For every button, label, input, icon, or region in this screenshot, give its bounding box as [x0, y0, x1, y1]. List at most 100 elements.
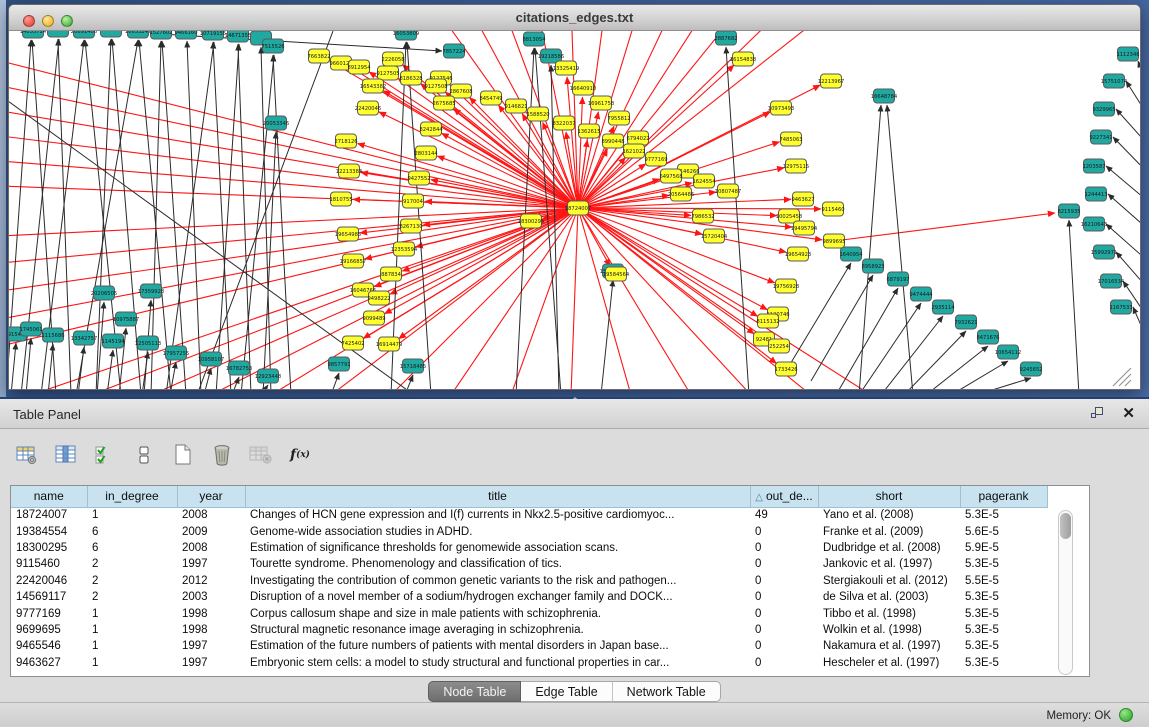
graph-node[interactable]: 9857791 [327, 357, 350, 371]
resize-grip[interactable] [1113, 368, 1131, 386]
graph-node[interactable]: 8322037 [552, 116, 575, 130]
graph-node[interactable]: 9146821 [504, 99, 527, 113]
graph-node[interactable]: 16961758 [588, 96, 614, 110]
column-header-short[interactable]: short [818, 486, 960, 507]
graph-node[interactable]: 1733426 [774, 362, 797, 376]
table-cell[interactable]: 5.9E-5 [960, 540, 1047, 556]
table-cell[interactable]: 5.5E-5 [960, 573, 1047, 589]
graph-node[interactable]: 8242844 [419, 122, 443, 136]
table-cell[interactable]: 1 [87, 622, 177, 638]
graph-node[interactable]: 1624554 [692, 174, 716, 188]
graph-node[interactable]: 2803144 [414, 146, 438, 160]
graph-node[interactable]: 16154838 [730, 52, 756, 66]
graph-node[interactable]: 1527602 [149, 31, 172, 39]
graph-node[interactable]: 6794022 [626, 131, 649, 145]
table-cell[interactable]: 18724007 [11, 507, 87, 523]
table-row[interactable]: 1938455462009Genome-wide association stu… [11, 523, 1047, 539]
graph-node[interactable]: 8186328 [399, 71, 422, 85]
graph-node[interactable]: 7515526 [261, 39, 284, 53]
table-cell[interactable]: 5.3E-5 [960, 556, 1047, 572]
table-cell[interactable]: Disruption of a novel member of a sodium… [245, 589, 750, 605]
new-column-button[interactable] [170, 442, 196, 468]
graph-node[interactable]: 9127508 [424, 79, 447, 93]
table-cell[interactable]: 2 [87, 589, 177, 605]
graph-node[interactable]: 10958107 [198, 352, 224, 366]
table-cell[interactable]: 0 [750, 589, 818, 605]
graph-node[interactable]: 1112346 [1116, 47, 1139, 61]
table-cell[interactable]: 5.6E-5 [960, 523, 1047, 539]
graph-node[interactable]: 7425402 [341, 336, 364, 350]
graph-node[interactable]: 1745061 [19, 322, 42, 336]
column-header-year[interactable]: year [177, 486, 245, 507]
table-cell[interactable]: Estimation of significance thresholds fo… [245, 540, 750, 556]
graph-node[interactable]: 9127505 [376, 66, 399, 80]
table-cell[interactable]: 5.3E-5 [960, 605, 1047, 621]
graph-node[interactable]: 12923448 [255, 369, 281, 383]
graph-node[interactable]: 6879197 [886, 272, 909, 286]
graph-node[interactable]: 2935114 [931, 300, 955, 314]
graph-node[interactable]: 7857224 [442, 44, 466, 58]
table-settings-button[interactable] [14, 442, 40, 468]
table-row[interactable]: 911546021997Tourette syndrome. Phenomeno… [11, 556, 1047, 572]
graph-node[interactable]: 10654112 [995, 345, 1021, 359]
graph-node[interactable]: 9427552 [407, 171, 430, 185]
function-builder-button[interactable]: f(x) [287, 442, 313, 468]
table-cell[interactable]: 2 [87, 556, 177, 572]
table-cell[interactable]: 9115460 [11, 556, 87, 572]
table-cell[interactable]: 0 [750, 540, 818, 556]
table-cell[interactable]: 0 [750, 638, 818, 654]
graph-node[interactable]: 10973493 [768, 101, 794, 115]
graph-node[interactable]: 9463627 [791, 192, 814, 206]
graph-node[interactable]: 8990448 [601, 134, 624, 148]
graph-node[interactable]: 1244413 [1084, 187, 1107, 201]
table-cell[interactable]: 18300295 [11, 540, 87, 556]
graph-node[interactable]: 1145194 [101, 334, 125, 348]
graph-node[interactable]: 12213383 [336, 164, 362, 178]
graph-node[interactable]: 2675685 [432, 96, 455, 110]
graph-node[interactable]: 16543382 [360, 79, 386, 93]
table-cell[interactable]: 2009 [177, 523, 245, 539]
graph-node[interactable]: 917004 [403, 194, 424, 208]
table-cell[interactable]: 1 [87, 638, 177, 654]
table-cell[interactable]: 1 [87, 655, 177, 671]
network-canvas[interactable]: 1405572420691406106532471527602946616010… [9, 31, 1140, 390]
graph-node[interactable]: 15751074 [1101, 74, 1128, 88]
graph-node[interactable]: 14055724 [20, 31, 47, 38]
table-cell[interactable]: Tourette syndrome. Phenomenology and cla… [245, 556, 750, 572]
graph-node[interactable]: 10653247 [125, 31, 151, 38]
graph-node[interactable]: 18724007 [565, 201, 591, 215]
graph-node[interactable]: 13342757 [71, 331, 97, 345]
table-cell[interactable]: 1998 [177, 622, 245, 638]
tab-node-table[interactable]: Node Table [428, 681, 521, 702]
column-header-name[interactable]: name [11, 486, 87, 507]
table-row[interactable]: 946554611997Estimation of the future num… [11, 638, 1047, 654]
table-cell[interactable]: 49 [750, 507, 818, 523]
graph-node[interactable]: 1810755 [329, 192, 352, 206]
column-header-in-degree[interactable]: in_degree [87, 486, 177, 507]
graph-node[interactable]: 8215935 [1057, 204, 1080, 218]
graph-node[interactable]: 1362615 [577, 124, 600, 138]
graph-node[interactable]: 7986532 [691, 209, 714, 223]
select-columns-button[interactable] [53, 442, 79, 468]
graph-node[interactable]: 252254 [769, 339, 790, 353]
table-cell[interactable]: Dudbridge et al. (2008) [818, 540, 960, 556]
graph-node[interactable]: 10975887 [113, 312, 139, 326]
graph-node[interactable]: 7955812 [607, 111, 630, 125]
graph-node[interactable]: 8912954 [347, 60, 371, 74]
graph-node[interactable]: 1588520 [526, 107, 549, 121]
memory-status-indicator[interactable] [1119, 708, 1133, 722]
graph-node[interactable]: 12353594 [391, 242, 418, 256]
table-cell[interactable]: 19384554 [11, 523, 87, 539]
table-row[interactable]: 2242004622012Investigating the contribut… [11, 573, 1047, 589]
graph-node[interactable]: 7932621 [954, 315, 977, 329]
graph-node[interactable]: 9115460 [821, 202, 844, 216]
table-cell[interactable]: Changes of HCN gene expression and I(f) … [245, 507, 750, 523]
table-cell[interactable]: 1998 [177, 605, 245, 621]
graph-node[interactable]: 9899695 [822, 234, 845, 248]
graph-node[interactable]: 19584564 [603, 267, 630, 281]
table-row[interactable]: 946362711997Embryonic stem cells: a mode… [11, 655, 1047, 671]
graph-node[interactable]: 9777169 [644, 152, 667, 166]
graph-node[interactable]: 14671355 [225, 31, 251, 42]
table-cell[interactable]: Wolkin et al. (1998) [818, 622, 960, 638]
table-cell[interactable]: Nakamura et al. (1997) [818, 638, 960, 654]
